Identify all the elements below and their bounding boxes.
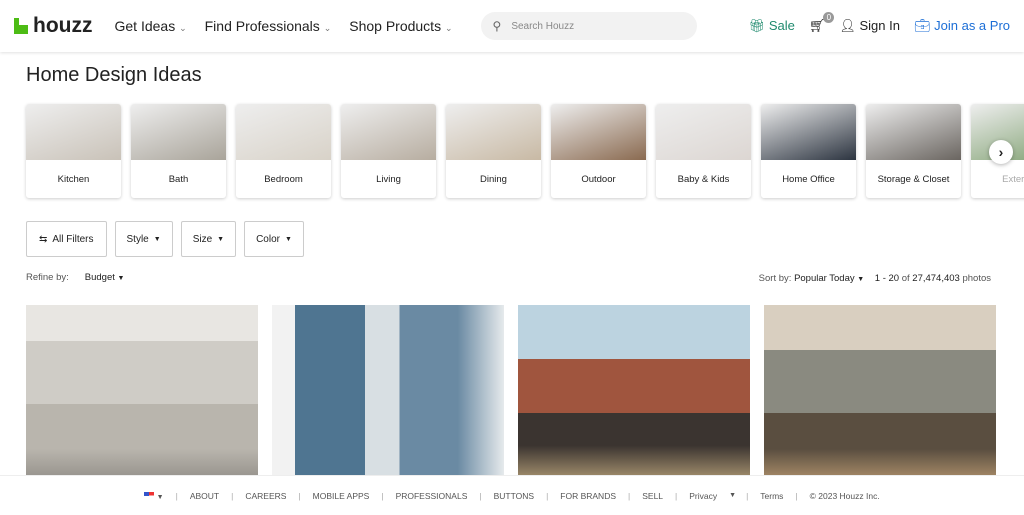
footer-link[interactable]: Terms [748, 491, 795, 501]
caret-down-icon: ▼ [153, 235, 161, 243]
category-tile[interactable]: Home Office [761, 104, 856, 198]
country-selector[interactable]: ▼ [132, 491, 175, 501]
category-tile[interactable]: Bedroom [236, 104, 331, 198]
sort-area: Sort by: Popular Today ▼ 1 - 20 of 27,47… [758, 273, 991, 284]
caret-down-icon: ▼ [217, 235, 225, 243]
carousel-next-button[interactable]: › [989, 140, 1013, 164]
category-image [866, 104, 961, 160]
caret-down-icon: ▼ [284, 235, 292, 243]
user-icon: 👤︎ [839, 18, 856, 33]
footer-link[interactable]: MOBILE APPS [301, 491, 382, 501]
caret-down-icon: ▼ [857, 276, 865, 283]
category-tile[interactable]: Storage & Closet [866, 104, 961, 198]
cart-count-badge: 0 [823, 12, 835, 23]
nav-find-professionals[interactable]: Find Professionals ⌄ [205, 18, 332, 34]
chevron-down-icon: ⌄ [323, 23, 332, 33]
category-image [656, 104, 751, 160]
houzz-logo[interactable]: houzz [14, 14, 92, 38]
all-filters-button[interactable]: ⇆ All Filters [26, 221, 107, 257]
header: houzz Get Ideas ⌄ Find Professionals ⌄ S… [0, 0, 1024, 52]
footer-link[interactable]: PROFESSIONALS [384, 491, 480, 501]
caret-down-icon: ▼ [117, 275, 125, 282]
category-tile[interactable]: Dining [446, 104, 541, 198]
budget-dropdown[interactable]: Budget ▼ [85, 272, 125, 283]
category-tile[interactable]: Kitchen [26, 104, 121, 198]
category-label: Home Office [782, 173, 835, 185]
sliders-icon: ⇆ [39, 233, 48, 245]
nav-get-ideas[interactable]: Get Ideas ⌄ [114, 18, 186, 34]
category-label: Living [376, 173, 401, 185]
photo-grid [26, 305, 996, 485]
category-tile[interactable]: Living [341, 104, 436, 198]
search-input[interactable]: ⚲ Search Houzz [480, 12, 697, 40]
category-label: Exterior [1002, 173, 1024, 185]
sign-in-link[interactable]: 👤︎ Sign In [839, 18, 900, 34]
size-filter[interactable]: Size ▼ [180, 221, 237, 257]
category-label: Dining [480, 173, 507, 185]
cart-button[interactable]: 🛒︎ 0 [809, 12, 835, 34]
join-as-pro-link[interactable]: 💼︎ Join as a Pro [914, 18, 1010, 34]
briefcase-icon: 💼︎ [913, 18, 931, 33]
sort-dropdown[interactable]: Popular Today ▼ [794, 273, 864, 284]
houzz-logo-icon [14, 18, 28, 34]
style-filter[interactable]: Style ▼ [114, 221, 173, 257]
category-image [236, 104, 331, 160]
category-tile[interactable]: Baby & Kids [656, 104, 751, 198]
category-image [26, 104, 121, 160]
result-total: 27,474,403 [912, 273, 960, 284]
category-label: Bath [168, 173, 189, 185]
footer-link[interactable]: BUTTONS [482, 491, 546, 501]
footer-link[interactable]: CAREERS [233, 491, 298, 501]
category-image [131, 104, 226, 160]
category-carousel: Kitchen Bath Bedroom Living Dining Outdoor Bab… [26, 104, 1024, 198]
footer-link: © 2023 Houzz Inc. [809, 490, 880, 501]
category-image [446, 104, 541, 160]
footer: ▼ | ABOUT | CAREERS | MOBILE APPS | PROFESSIONAL… [0, 475, 1024, 515]
chevron-down-icon: ⌄ [444, 23, 453, 33]
category-label: Kitchen [57, 173, 90, 185]
category-label: Outdoor [581, 173, 616, 185]
us-flag-icon [144, 491, 155, 499]
category-tile[interactable]: Outdoor [551, 104, 646, 198]
photo-bathroom[interactable] [272, 305, 504, 485]
category-tile[interactable]: Bath [131, 104, 226, 198]
page-title: Home Design Ideas [26, 64, 202, 86]
caret-down-icon: ▼ [729, 492, 737, 499]
chevron-right-icon: › [998, 144, 1004, 160]
color-filter[interactable]: Color ▼ [244, 221, 304, 257]
photo-desert-house[interactable] [518, 305, 750, 485]
category-image [341, 104, 436, 160]
footer-link[interactable]: FOR BRANDS [548, 491, 628, 501]
nav-shop-products[interactable]: Shop Products ⌄ [349, 18, 452, 34]
result-range: 1 - 20 [874, 273, 900, 284]
photo-kitchen[interactable] [764, 305, 996, 485]
category-label: Baby & Kids [677, 173, 730, 185]
sale-link[interactable]: 🎁︎ Sale [749, 18, 795, 34]
filter-bar: ⇆ All Filters Style ▼ Size ▼ Color ▼ [26, 221, 304, 257]
category-image [551, 104, 646, 160]
footer-link[interactable]: SELL [630, 491, 675, 501]
chevron-down-icon: ⌄ [179, 23, 187, 33]
footer-link[interactable]: Privacy [677, 491, 729, 501]
refine-label: Refine by: [26, 272, 69, 283]
search-icon: ⚲ [492, 19, 502, 33]
category-label: Bedroom [264, 173, 303, 185]
photo-bedroom[interactable] [26, 305, 258, 485]
footer-link[interactable]: ABOUT [178, 491, 231, 501]
category-label: Storage & Closet [877, 173, 950, 185]
gift-icon: 🎁︎ [748, 18, 766, 33]
category-image [761, 104, 856, 160]
